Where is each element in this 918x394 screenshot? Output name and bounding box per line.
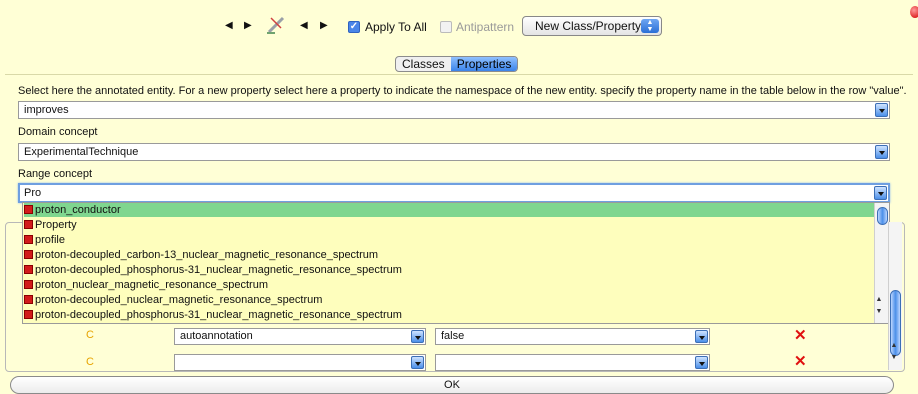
- class-property-select[interactable]: New Class/Property ▲ ▼: [522, 16, 662, 36]
- class-icon: [24, 220, 33, 229]
- prev-arrow-icon[interactable]: ◀: [225, 20, 233, 31]
- suggestion-item[interactable]: proton_nuclear_magnetic_resonance_spectr…: [24, 278, 268, 292]
- tab-properties[interactable]: Properties: [450, 57, 518, 71]
- class-icon: [24, 205, 33, 214]
- row-property-combo[interactable]: autoannotation: [174, 328, 426, 345]
- scroll-down-arrow-icon[interactable]: ▼: [874, 308, 884, 316]
- row-marker: C: [86, 356, 94, 368]
- chevron-down-icon[interactable]: [695, 330, 708, 343]
- class-icon: [24, 280, 33, 289]
- chevron-down-icon[interactable]: [875, 103, 888, 117]
- scroll-down-arrow-icon[interactable]: ▼: [889, 354, 899, 362]
- antipattern-label: Antipattern: [456, 20, 515, 34]
- class-icon: [24, 265, 33, 274]
- ok-button[interactable]: OK: [10, 376, 894, 394]
- entity-type-segmented[interactable]: Classes Properties: [395, 56, 519, 72]
- row-property-combo[interactable]: [174, 354, 426, 371]
- domain-label: Domain concept: [18, 126, 98, 138]
- apply-to-all-checkbox[interactable]: ✓: [348, 21, 360, 33]
- scroll-thumb[interactable]: [877, 207, 888, 225]
- domain-combo[interactable]: ExperimentalTechnique: [18, 143, 890, 161]
- suggestions-scrollbar[interactable]: [874, 203, 889, 323]
- suggestion-item[interactable]: proton-decoupled_carbon-13_nuclear_magne…: [24, 248, 378, 262]
- row-value-combo[interactable]: [435, 354, 710, 371]
- apply-to-all-label: Apply To All: [365, 20, 427, 34]
- domain-combo-value: ExperimentalTechnique: [24, 146, 139, 158]
- chevron-down-icon[interactable]: [875, 145, 888, 159]
- suggestion-item[interactable]: proton-decoupled_nuclear_magnetic_resona…: [24, 293, 322, 307]
- row-value-text: false: [441, 330, 465, 342]
- entity-combo-value: improves: [24, 104, 69, 116]
- instruction-text: Select here the annotated entity. For a …: [18, 85, 907, 97]
- chevron-down-icon[interactable]: [695, 356, 708, 369]
- antipattern-checkbox[interactable]: [440, 21, 452, 33]
- chevron-down-icon[interactable]: [874, 186, 887, 200]
- class-icon: [24, 295, 33, 304]
- prev-arrow-2-icon[interactable]: ◀: [300, 20, 308, 31]
- next-arrow-2-icon[interactable]: ▶: [320, 20, 328, 31]
- suggestion-item[interactable]: profile: [24, 233, 65, 247]
- suggestion-item[interactable]: proton-decoupled_phosphorus-31_nuclear_m…: [24, 263, 402, 277]
- next-arrow-icon[interactable]: ▶: [244, 20, 252, 31]
- delete-row-icon[interactable]: ✕: [794, 326, 807, 344]
- class-icon: [24, 250, 33, 259]
- tab-classes[interactable]: Classes: [396, 57, 451, 71]
- class-property-select-value: New Class/Property: [535, 19, 642, 33]
- entity-combo[interactable]: improves: [18, 101, 890, 119]
- scroll-up-arrow-icon[interactable]: ▲: [874, 296, 884, 304]
- row-value-combo[interactable]: false: [435, 328, 710, 345]
- row-marker: C: [86, 329, 94, 341]
- select-stepper-icon: ▲ ▼: [641, 19, 659, 33]
- suggestion-item[interactable]: proton_conductor: [24, 203, 874, 217]
- class-icon: [24, 235, 33, 244]
- suggestion-item[interactable]: proton-decoupled_phosphorus-31_nuclear_m…: [24, 308, 402, 322]
- range-combo-input[interactable]: Pro: [18, 183, 890, 203]
- chevron-down-icon[interactable]: [411, 356, 424, 369]
- class-icon: [24, 310, 33, 319]
- scroll-up-arrow-icon[interactable]: ▲: [889, 342, 899, 350]
- chevron-down-icon[interactable]: [411, 330, 424, 343]
- range-combo-value: Pro: [24, 187, 42, 199]
- delete-row-icon[interactable]: ✕: [794, 352, 807, 370]
- range-suggestions-list[interactable]: proton_conductor Property profile proton…: [22, 202, 890, 324]
- range-label: Range concept: [18, 168, 92, 180]
- row-property-value: autoannotation: [180, 330, 253, 342]
- suggestion-item[interactable]: Property: [24, 218, 77, 232]
- window-close-dot[interactable]: [910, 6, 918, 18]
- divider: [5, 74, 913, 75]
- annotation-pen-icon[interactable]: [265, 14, 289, 34]
